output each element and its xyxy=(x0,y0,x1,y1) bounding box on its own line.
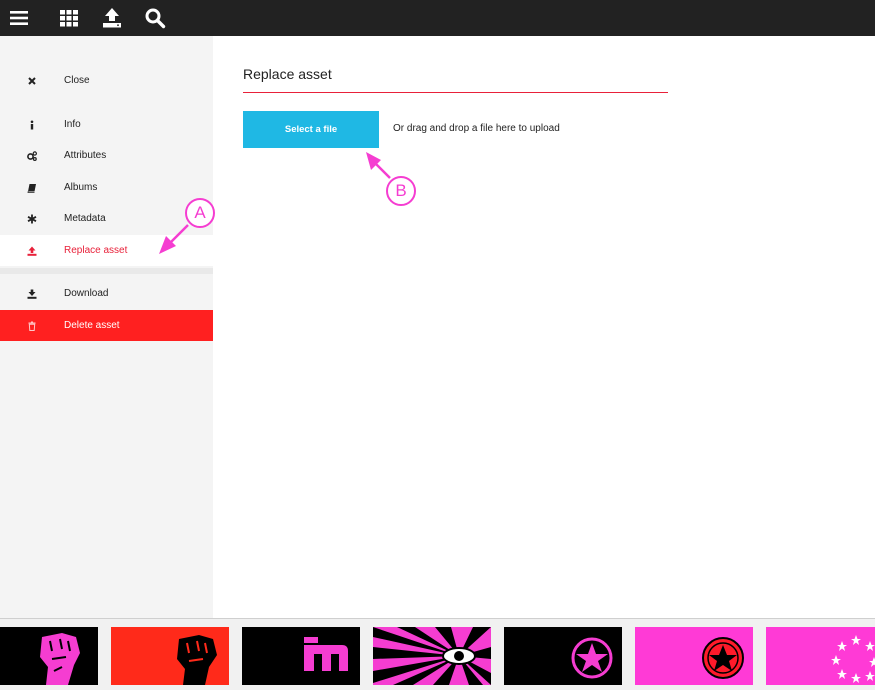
sidebar-item-label: Albums xyxy=(64,182,98,193)
book-icon xyxy=(0,183,64,193)
sidebar-item-download[interactable]: Download xyxy=(0,278,213,309)
thumbnail-letter-m[interactable] xyxy=(242,627,360,685)
grid-icon[interactable] xyxy=(57,6,81,30)
sidebar-item-metadata[interactable]: Metadata xyxy=(0,203,213,234)
thumbnail-fist-black-on-red[interactable] xyxy=(111,627,229,685)
thumbnail-stars-ring-on-pink[interactable] xyxy=(766,627,875,685)
thumbnail-star-pink-on-black[interactable] xyxy=(504,627,622,685)
upload-icon[interactable] xyxy=(100,6,124,30)
annotation-callout-a: A xyxy=(185,198,215,228)
sidebar-item-albums[interactable]: Albums xyxy=(0,172,213,203)
star-icon xyxy=(635,627,753,685)
sidebar-divider xyxy=(0,268,213,274)
thumbnail-fist-pink-on-black[interactable] xyxy=(0,627,98,685)
title-divider xyxy=(243,92,668,93)
search-icon[interactable] xyxy=(143,6,167,30)
menu-icon[interactable] xyxy=(7,6,31,30)
thumbnail-star-red-on-pink[interactable] xyxy=(635,627,753,685)
sidebar-item-label: Delete asset xyxy=(64,320,120,331)
drop-zone-hint[interactable]: Or drag and drop a file here to upload xyxy=(393,123,560,134)
stars-icon xyxy=(766,627,875,685)
fist-icon xyxy=(0,627,98,685)
thumbnail-eye-sunburst[interactable] xyxy=(373,627,491,685)
annotation-callout-b: B xyxy=(386,176,416,206)
sidebar-item-label: Close xyxy=(64,75,90,86)
sidebar-item-label: Download xyxy=(64,288,109,299)
asterisk-icon xyxy=(0,214,64,224)
page-title: Replace asset xyxy=(243,66,332,82)
replace-asset-panel: Replace asset Select a file Or drag and … xyxy=(213,36,875,618)
trash-icon xyxy=(0,321,64,331)
sidebar-item-info[interactable]: Info xyxy=(0,109,213,140)
asset-sidebar: Close Info Attributes Albums Metadata Re… xyxy=(0,36,213,618)
asset-thumbnail-strip xyxy=(0,618,875,690)
eye-icon xyxy=(373,627,491,685)
fist-icon xyxy=(111,627,229,685)
sidebar-item-label: Replace asset xyxy=(64,245,128,256)
select-file-button[interactable]: Select a file xyxy=(243,111,379,148)
sidebar-item-label: Info xyxy=(64,119,81,130)
download-icon xyxy=(0,289,64,299)
sidebar-item-replace-asset[interactable]: Replace asset xyxy=(0,235,213,266)
letter-m-icon xyxy=(242,627,360,685)
sidebar-item-delete-asset[interactable]: Delete asset xyxy=(0,310,213,341)
sidebar-item-label: Metadata xyxy=(64,213,106,224)
info-icon xyxy=(0,120,64,130)
star-icon xyxy=(504,627,622,685)
close-icon xyxy=(0,76,64,86)
sidebar-item-close[interactable]: Close xyxy=(0,65,213,96)
app-page: Close Info Attributes Albums Metadata Re… xyxy=(0,0,875,690)
sidebar-item-label: Attributes xyxy=(64,150,107,161)
gears-icon xyxy=(0,150,64,161)
upload-icon xyxy=(0,246,64,256)
sidebar-item-attributes[interactable]: Attributes xyxy=(0,140,213,171)
top-toolbar xyxy=(0,0,875,36)
